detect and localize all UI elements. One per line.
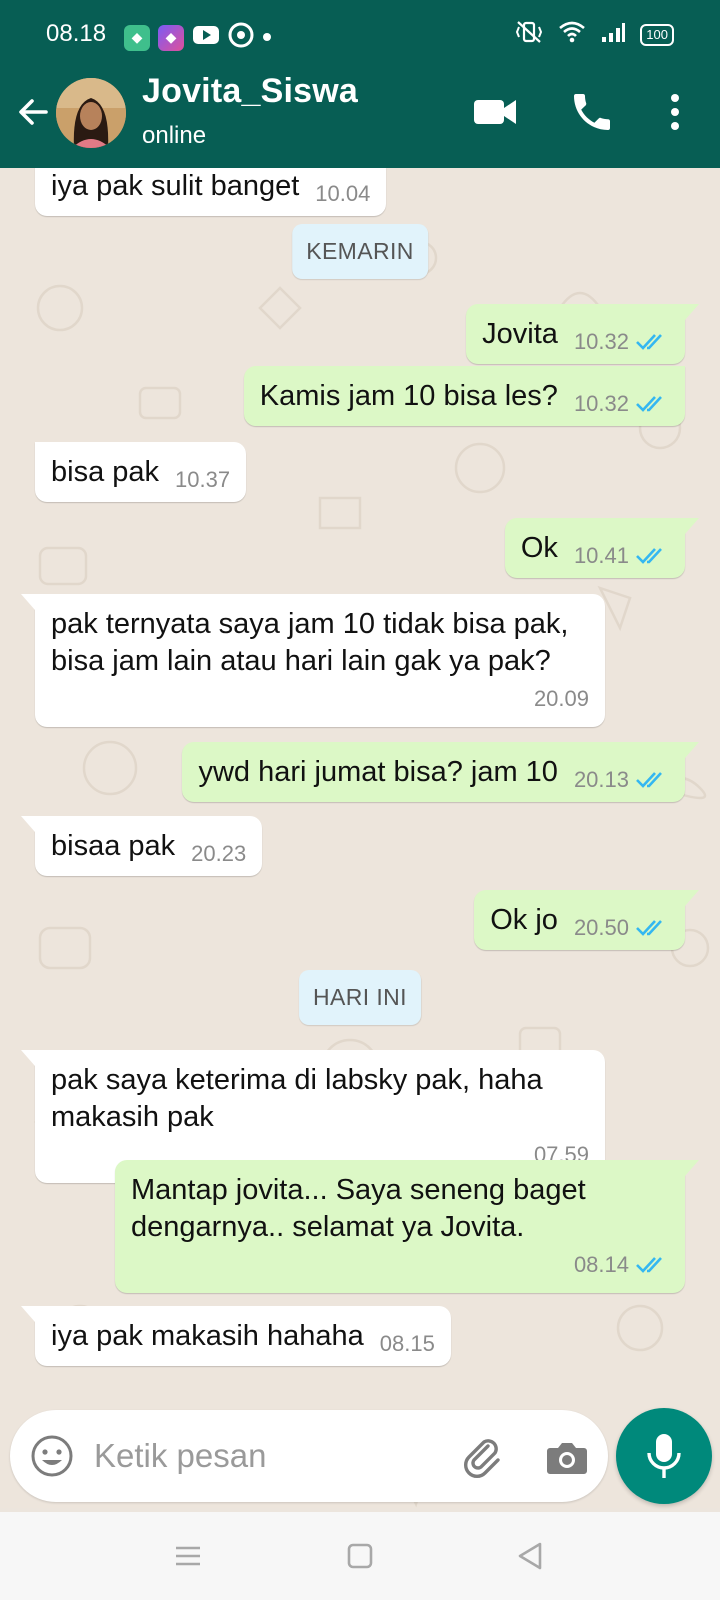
- message-time: 10.04: [315, 181, 371, 206]
- message-incoming[interactable]: iya pak sulit banget 10.04: [35, 168, 387, 216]
- message-meta: 10.41: [574, 537, 669, 574]
- app-icon-green: ◆: [124, 24, 150, 51]
- read-ticks-icon: [636, 395, 662, 412]
- message-meta: 08.15: [380, 1325, 435, 1362]
- message-text: pak ternyata saya jam 10 tidak bisa pak,…: [51, 608, 569, 677]
- message-meta: 08.14: [131, 1246, 669, 1283]
- back-triangle-icon[interactable]: [512, 1538, 548, 1574]
- message-time: 08.14: [573, 1252, 629, 1277]
- app-icon-whatsapp: [228, 22, 254, 53]
- date-chip: HARI INI: [299, 970, 421, 1025]
- read-ticks-icon: [636, 333, 662, 350]
- home-icon[interactable]: [342, 1538, 378, 1574]
- read-ticks-icon: [636, 771, 662, 788]
- message-outgoing[interactable]: Kamis jam 10 bisa les? 10.32: [243, 366, 685, 426]
- status-time: 08.18: [46, 20, 107, 47]
- youtube-icon: [192, 24, 220, 51]
- video-call-icon[interactable]: [472, 90, 520, 134]
- camera-icon[interactable]: [544, 1434, 590, 1480]
- emoji-icon[interactable]: [30, 1434, 74, 1478]
- message-text: Ok jo: [490, 904, 558, 936]
- message-time: 10.32: [573, 391, 629, 416]
- mic-button[interactable]: [616, 1408, 712, 1504]
- message-incoming[interactable]: bisa pak 10.37: [35, 442, 247, 502]
- message-outgoing[interactable]: Jovita 10.32: [466, 304, 699, 364]
- more-vert-icon[interactable]: [660, 88, 690, 136]
- message-text: bisa pak: [51, 456, 160, 488]
- message-meta: 20.50: [574, 909, 669, 946]
- message-outgoing[interactable]: Ok 10.41: [504, 518, 700, 578]
- message-incoming[interactable]: bisaa pak 20.23: [20, 816, 263, 876]
- message-meta: 10.04: [315, 175, 370, 212]
- avatar[interactable]: [56, 78, 126, 148]
- message-text: Ok: [520, 532, 558, 564]
- message-composer: [10, 1410, 608, 1502]
- message-input[interactable]: [94, 1428, 424, 1484]
- read-ticks-icon: [636, 1256, 662, 1273]
- attach-icon[interactable]: [458, 1432, 506, 1480]
- message-outgoing[interactable]: Mantap jovita... Saya seneng baget denga…: [115, 1160, 699, 1293]
- message-text: pak saya keterima di labsky pak, haha ma…: [51, 1064, 543, 1133]
- status-bar: 08.18 ◆ ◆ 100: [0, 0, 720, 56]
- system-nav-bar: [0, 1512, 720, 1600]
- message-time: 20.09: [533, 686, 589, 711]
- read-ticks-icon: [636, 919, 662, 936]
- message-time: 20.50: [573, 915, 629, 940]
- message-time: 20.23: [191, 841, 247, 866]
- dot-icon: [262, 29, 272, 47]
- message-text: iya pak sulit banget: [51, 170, 300, 202]
- message-time: 10.41: [573, 543, 629, 568]
- app-icon-purple: ◆: [158, 24, 184, 51]
- message-text: Kamis jam 10 bisa les?: [259, 380, 558, 412]
- contact-status: online: [142, 122, 207, 149]
- contact-name[interactable]: Jovita_Siswa: [142, 72, 358, 111]
- date-chip: KEMARIN: [292, 224, 428, 279]
- message-text: iya pak makasih hahaha: [51, 1320, 364, 1352]
- battery-icon: 100: [640, 23, 674, 46]
- message-meta: 20.23: [191, 835, 246, 872]
- message-meta: 10.32: [574, 323, 669, 360]
- message-meta: 20.09: [51, 680, 589, 717]
- message-time: 10.32: [573, 329, 629, 354]
- system-icons: 100: [514, 20, 674, 49]
- message-time: 10.37: [175, 467, 231, 492]
- mic-icon: [647, 1434, 681, 1478]
- phone-icon[interactable]: [568, 88, 616, 136]
- message-outgoing[interactable]: Ok jo 20.50: [474, 890, 699, 950]
- message-time: 08.15: [379, 1331, 435, 1356]
- message-text: bisaa pak: [51, 830, 176, 862]
- chat-area[interactable]: iya pak sulit banget 10.04 KEMARIN Jovita…: [0, 168, 720, 1508]
- wifi-icon: [558, 21, 586, 48]
- message-meta: 10.32: [574, 385, 669, 422]
- message-text: ywd hari jumat bisa? jam 10: [198, 756, 558, 788]
- message-outgoing[interactable]: ywd hari jumat bisa? jam 10 20.13: [182, 742, 699, 802]
- message-incoming[interactable]: iya pak makasih hahaha 08.15: [21, 1306, 451, 1366]
- message-meta: 20.13: [574, 761, 669, 798]
- message-text: Jovita: [482, 318, 558, 350]
- read-ticks-icon: [636, 547, 662, 564]
- recents-icon[interactable]: [170, 1538, 206, 1574]
- message-incoming[interactable]: pak ternyata saya jam 10 tidak bisa pak,…: [21, 594, 605, 727]
- message-meta: 10.37: [175, 461, 230, 498]
- message-time: 20.13: [573, 767, 629, 792]
- signal-icon: [600, 21, 626, 48]
- chat-header: Jovita_Siswa online: [0, 56, 720, 168]
- message-text: Mantap jovita... Saya seneng baget denga…: [131, 1174, 586, 1243]
- notification-icons: ◆ ◆: [124, 22, 272, 53]
- mute-vibrate-icon: [514, 20, 544, 49]
- back-arrow-icon[interactable]: [12, 90, 56, 134]
